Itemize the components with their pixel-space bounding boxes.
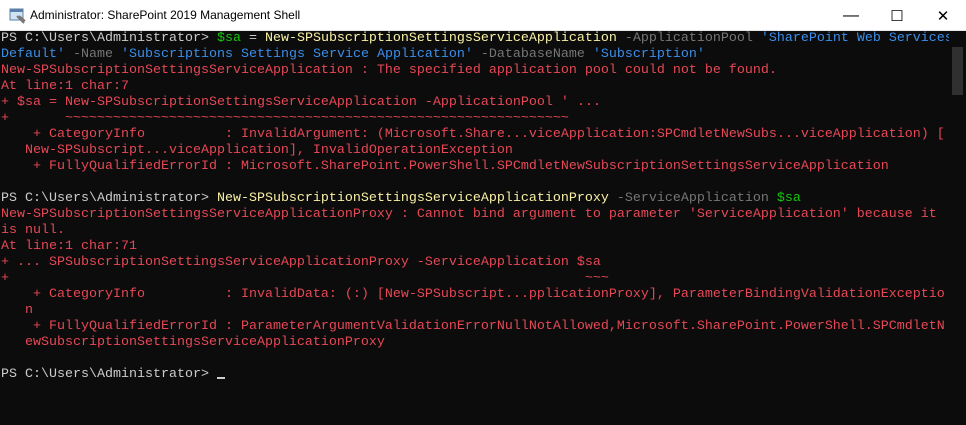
console-text-dim: -Name <box>65 47 121 62</box>
console-text-gray: PS C:\Users\Administrator> <box>1 31 217 46</box>
console-text-dim: -ApplicationPool <box>616 31 761 46</box>
console-line: PS C:\Users\Administrator> New-SPSubscri… <box>1 191 949 207</box>
console-line: + FullyQualifiedErrorId : ParameterArgum… <box>1 319 949 335</box>
console-text-red: At line:1 char:71 <box>1 239 137 254</box>
console-line: + FullyQualifiedErrorId : Microsoft.Shar… <box>1 159 949 175</box>
console-text-green: $sa <box>776 191 801 206</box>
console-text-red: + ~~~ <box>1 271 609 286</box>
console-line: + ~~~ <box>1 271 949 287</box>
console-line: ewSubscriptionSettingsServiceApplication… <box>1 335 949 351</box>
console-text-red: + ~~~~~~~~~~~~~~~~~~~~~~~~~~~~~~~~~~~~~~… <box>1 111 569 126</box>
console-text-red: At line:1 char:7 <box>1 79 129 94</box>
console-text-gray: = <box>240 31 265 46</box>
console-text-red: New-SPSubscript...viceApplication], Inva… <box>1 143 513 158</box>
title-bar: Administrator: SharePoint 2019 Managemen… <box>0 0 966 31</box>
console-text-red: + ... SPSubscriptionSettingsServiceAppli… <box>1 255 601 270</box>
console-line: PS C:\Users\Administrator> $sa = New-SPS… <box>1 31 949 47</box>
console-text-red: + $sa = New-SPSubscriptionSettingsServic… <box>1 95 601 110</box>
minimize-icon: — <box>843 6 859 24</box>
window-title: Administrator: SharePoint 2019 Managemen… <box>30 8 301 22</box>
maximize-icon: ☐ <box>890 7 904 25</box>
console-output[interactable]: PS C:\Users\Administrator> $sa = New-SPS… <box>1 31 949 425</box>
console-text-yellow: New-SPSubscriptionSettingsServiceApplica… <box>264 31 617 46</box>
console-line: + ~~~~~~~~~~~~~~~~~~~~~~~~~~~~~~~~~~~~~~… <box>1 111 949 127</box>
console-text-red: + FullyQualifiedErrorId : ParameterArgum… <box>1 319 945 334</box>
sharepoint-shell-icon <box>9 8 26 24</box>
console-text-red: n <box>1 303 33 318</box>
console-text-gray: PS C:\Users\Administrator> <box>1 367 217 382</box>
console-text-blue: 'Subscriptions Settings Service Applicat… <box>121 47 473 62</box>
console-text-red: is null. <box>1 223 65 238</box>
console-text-red: + CategoryInfo : InvalidData: (:) [New-S… <box>1 287 945 302</box>
console-text-gray: PS C:\Users\Administrator> <box>1 191 217 206</box>
minimize-button[interactable]: — <box>828 0 874 31</box>
console-line: New-SPSubscript...viceApplication], Inva… <box>1 143 949 159</box>
close-icon: ✕ <box>936 7 950 25</box>
console-line: n <box>1 303 949 319</box>
console-text-dim: -DatabaseName <box>472 47 593 62</box>
console-text-blue: 'SharePoint Web Services <box>760 31 949 46</box>
console-text-red: ewSubscriptionSettingsServiceApplication… <box>1 335 385 350</box>
console-line: New-SPSubscriptionSettingsServiceApplica… <box>1 63 949 79</box>
console-text-green: $sa <box>216 31 241 46</box>
console-text-red: + FullyQualifiedErrorId : Microsoft.Shar… <box>1 159 889 174</box>
console-line: + CategoryInfo : InvalidArgument: (Micro… <box>1 127 949 143</box>
console-line: + CategoryInfo : InvalidData: (:) [New-S… <box>1 287 949 303</box>
console-line: + $sa = New-SPSubscriptionSettingsServic… <box>1 95 949 111</box>
close-button[interactable]: ✕ <box>920 0 966 31</box>
console-line: is null. <box>1 223 949 239</box>
console-text-blue: 'Subscription' <box>592 47 705 62</box>
console-text-yellow: New-SPSubscriptionSettingsServiceApplica… <box>216 191 609 206</box>
console-text-red: + CategoryInfo : InvalidArgument: (Micro… <box>1 127 945 142</box>
text-cursor[interactable] <box>216 377 225 379</box>
vertical-scrollbar[interactable] <box>949 31 966 425</box>
console-text-blue: Default' <box>1 47 65 62</box>
console-line: Default' -Name 'Subscriptions Settings S… <box>1 47 949 63</box>
console-text-red: New-SPSubscriptionSettingsServiceApplica… <box>1 63 777 78</box>
console-line: + ... SPSubscriptionSettingsServiceAppli… <box>1 255 949 271</box>
console-text-dim: -ServiceApplication <box>608 191 777 206</box>
scrollbar-thumb[interactable] <box>952 47 963 95</box>
console-line: At line:1 char:71 <box>1 239 949 255</box>
console-text-red: New-SPSubscriptionSettingsServiceApplica… <box>1 207 937 222</box>
console-line: At line:1 char:7 <box>1 79 949 95</box>
console-line: New-SPSubscriptionSettingsServiceApplica… <box>1 207 949 223</box>
maximize-button[interactable]: ☐ <box>874 0 920 31</box>
console-line: PS C:\Users\Administrator> <box>1 367 949 383</box>
